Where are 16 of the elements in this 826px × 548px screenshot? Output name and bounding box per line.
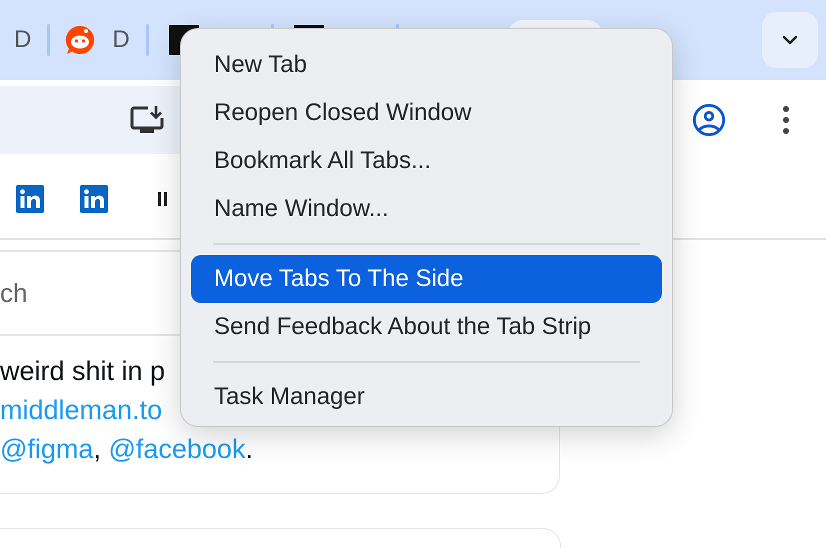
menu-item[interactable]: Reopen Closed Window (191, 89, 662, 137)
more-options-icon[interactable] (782, 105, 790, 135)
profile-icon[interactable] (692, 103, 726, 137)
menu-item[interactable]: Move Tabs To The Side (191, 255, 662, 303)
tab-title[interactable]: D (112, 26, 130, 54)
linkedin-icon[interactable] (80, 185, 108, 213)
linkedin-icon[interactable] (16, 185, 44, 213)
pause-icon[interactable] (158, 192, 168, 206)
tab-title[interactable]: D (14, 26, 32, 54)
menu-item[interactable]: Task Manager (191, 373, 662, 421)
menu-item[interactable]: Name Window... (191, 185, 662, 233)
install-app-icon[interactable] (130, 104, 164, 136)
reddit-alien-icon (64, 24, 96, 56)
menu-item[interactable]: Bookmark All Tabs... (191, 137, 662, 185)
menu-item[interactable]: New Tab (191, 41, 662, 89)
menu-item[interactable]: Send Feedback About the Tab Strip (191, 303, 662, 351)
